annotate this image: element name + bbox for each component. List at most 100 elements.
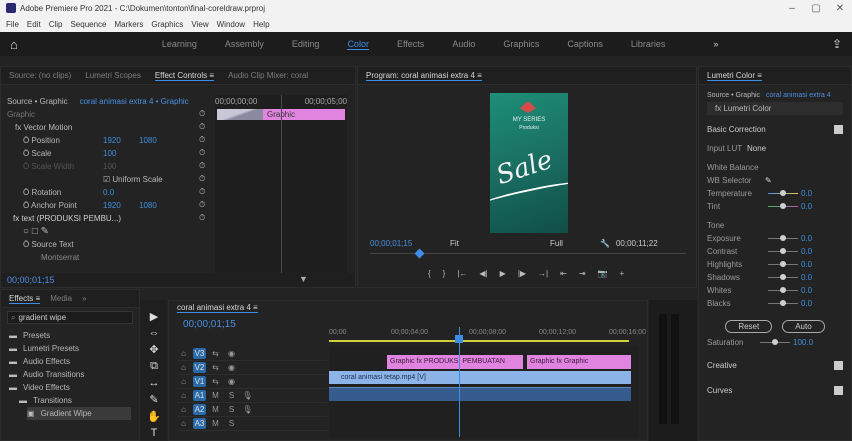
tab-lumetri-scopes[interactable]: Lumetri Scopes — [85, 71, 141, 80]
sync-lock-icon[interactable]: ⇆ — [209, 376, 222, 387]
slip-tool-icon[interactable]: ↔ — [149, 377, 160, 389]
timeline-playhead-line[interactable] — [459, 327, 460, 437]
effects-search-input[interactable]: gradient wipe — [18, 313, 66, 322]
pen-tool-icon[interactable]: ✎ — [149, 393, 158, 406]
shadows-slider[interactable] — [768, 274, 798, 280]
export-frame-button[interactable]: 📷 — [598, 269, 608, 278]
basic-correction-header[interactable]: Basic Correction — [707, 125, 766, 134]
timeline-timecode[interactable]: 00;00;01;15 — [183, 319, 236, 330]
menu-sequence[interactable]: Sequence — [70, 20, 106, 29]
video-clip-1[interactable]: coral animasi tetap.mp4 [V] — [329, 371, 631, 384]
effects-folder[interactable]: ▬ Audio Effects — [9, 355, 131, 368]
menu-view[interactable]: View — [191, 20, 208, 29]
menu-file[interactable]: File — [6, 20, 19, 29]
workspace-editing[interactable]: Editing — [292, 39, 320, 49]
tab-timeline-sequence[interactable]: coral animasi extra 4 ≡ — [177, 303, 258, 313]
tint-value[interactable]: 0.0 — [801, 202, 812, 211]
step-back-button[interactable]: ◀| — [479, 269, 487, 278]
lock-icon[interactable]: ⌂ — [177, 362, 190, 373]
lock-icon[interactable]: ⌂ — [177, 348, 190, 359]
lumetri-effect-select[interactable]: fx Lumetri Color — [715, 104, 771, 113]
razor-tool-icon[interactable]: ⧉ — [150, 360, 158, 373]
basic-correction-checkbox[interactable] — [834, 125, 843, 134]
program-fit-select[interactable]: Fit — [450, 239, 550, 248]
effects-folder[interactable]: ▬ Video Effects — [9, 381, 131, 394]
saturation-slider[interactable] — [760, 339, 790, 345]
lock-icon[interactable]: ⌂ — [177, 376, 190, 387]
mic-icon[interactable]: 🎙 — [241, 404, 254, 415]
curves-checkbox[interactable] — [834, 386, 843, 395]
go-to-in-button[interactable]: |← — [457, 269, 467, 278]
workspace-captions[interactable]: Captions — [567, 39, 603, 49]
step-forward-button[interactable]: |▶ — [518, 269, 526, 278]
ec-row-mask-tools[interactable]: ○ □ ✎ — [7, 225, 207, 238]
effects-folder[interactable]: ▬ Transitions — [19, 394, 131, 407]
ec-row-uniform-scale[interactable]: ☑ Uniform Scale — [7, 173, 207, 186]
minimize-button[interactable]: – — [780, 3, 804, 14]
mute-icon[interactable]: M — [209, 418, 222, 429]
tabs-overflow[interactable]: » — [82, 294, 86, 303]
menu-edit[interactable]: Edit — [27, 20, 41, 29]
tone-header[interactable]: Tone — [707, 221, 724, 230]
add-button[interactable]: + — [620, 269, 625, 278]
stopwatch-icon[interactable]: ⏱ — [199, 133, 211, 146]
stopwatch-icon[interactable]: ⏱ — [199, 146, 211, 159]
tab-lumetri-color[interactable]: Lumetri Color ≡ — [707, 71, 762, 81]
temperature-slider[interactable] — [768, 190, 798, 196]
program-preview-frame[interactable]: MY SERIES Produksi Sale — [490, 93, 568, 233]
tab-effect-controls[interactable]: Effect Controls ≡ — [154, 71, 215, 81]
filter-icon[interactable]: ▼ — [299, 274, 308, 284]
mute-icon[interactable]: M — [209, 404, 222, 415]
wrench-icon[interactable]: 🔧 — [600, 239, 610, 248]
ec-row-text[interactable]: fx text (PRODUKSI PEMBU...) — [7, 212, 207, 225]
mark-out-button[interactable]: } — [443, 269, 446, 278]
stopwatch-icon[interactable]: ⏱ — [199, 185, 211, 198]
effects-item-selected[interactable]: ▣ Gradient Wipe — [27, 407, 131, 420]
track-target-a1[interactable]: A1 — [193, 390, 206, 401]
timeline-ruler[interactable]: 00;00 00;00;04;00 00;00;08;00 00;00;12;0… — [329, 327, 646, 343]
ec-clip-bar[interactable]: Graphic — [263, 109, 345, 120]
close-button[interactable]: ✕ — [828, 3, 852, 14]
auto-button[interactable]: Auto — [782, 319, 825, 333]
mark-in-button[interactable]: { — [428, 269, 431, 278]
play-button[interactable]: ▶ — [500, 269, 506, 278]
workspace-learning[interactable]: Learning — [162, 39, 197, 49]
ec-row-font[interactable]: Montserrat — [7, 251, 207, 264]
menu-window[interactable]: Window — [217, 20, 245, 29]
menu-graphics[interactable]: Graphics — [151, 20, 183, 29]
exposure-value[interactable]: 0.0 — [801, 234, 812, 243]
program-scrubber[interactable] — [370, 248, 686, 261]
sync-lock-icon[interactable]: ⇆ — [209, 362, 222, 373]
graphic-clip-2[interactable]: Graphic fx Graphic — [527, 355, 631, 369]
ec-sequence-link[interactable]: coral animasi extra 4 • Graphic — [80, 97, 189, 106]
track-target-a3[interactable]: A3 — [193, 418, 206, 429]
tab-media[interactable]: Media — [50, 294, 72, 303]
ec-row-source-text[interactable]: Ö Source Text — [7, 238, 207, 251]
go-to-out-button[interactable]: →| — [538, 269, 548, 278]
track-target-v1[interactable]: V1 — [193, 376, 206, 387]
home-icon[interactable]: ⌂ — [10, 37, 18, 52]
blacks-slider[interactable] — [768, 300, 798, 306]
reset-button[interactable]: Reset — [725, 319, 773, 333]
track-target-a2[interactable]: A2 — [193, 404, 206, 415]
audio-clip-1[interactable] — [329, 387, 631, 401]
stopwatch-icon[interactable]: ⏱ — [199, 172, 211, 185]
lumetri-seq-link[interactable]: coral animasi extra 4 — [766, 92, 831, 99]
menu-clip[interactable]: Clip — [49, 20, 63, 29]
input-lut-select[interactable]: None — [747, 144, 766, 153]
workspace-libraries[interactable]: Libraries — [631, 39, 666, 49]
lift-button[interactable]: ⇤ — [560, 269, 567, 278]
effects-folder[interactable]: ▬ Lumetri Presets — [9, 342, 131, 355]
solo-icon[interactable]: S — [225, 390, 238, 401]
ec-row-rotation[interactable]: Ö Rotation 0.0 — [7, 186, 207, 199]
ec-row-anchor-point[interactable]: Ö Anchor Point 1920 1080 — [7, 199, 207, 212]
stopwatch-icon[interactable]: ⏱ — [199, 159, 211, 172]
ec-row[interactable]: fx Vector Motion — [7, 121, 207, 134]
extract-button[interactable]: ⇥ — [579, 269, 586, 278]
mic-icon[interactable]: 🎙 — [241, 390, 254, 401]
graphic-clip-1[interactable]: Graphic fx PRODUKSI PEMBUATAN — [387, 355, 523, 369]
tab-audio-clip-mixer[interactable]: Audio Clip Mixer: coral — [228, 71, 308, 80]
track-target-v3[interactable]: V3 — [193, 348, 206, 359]
ec-transition-bar[interactable] — [217, 109, 263, 120]
sync-lock-icon[interactable]: ⇆ — [209, 348, 222, 359]
